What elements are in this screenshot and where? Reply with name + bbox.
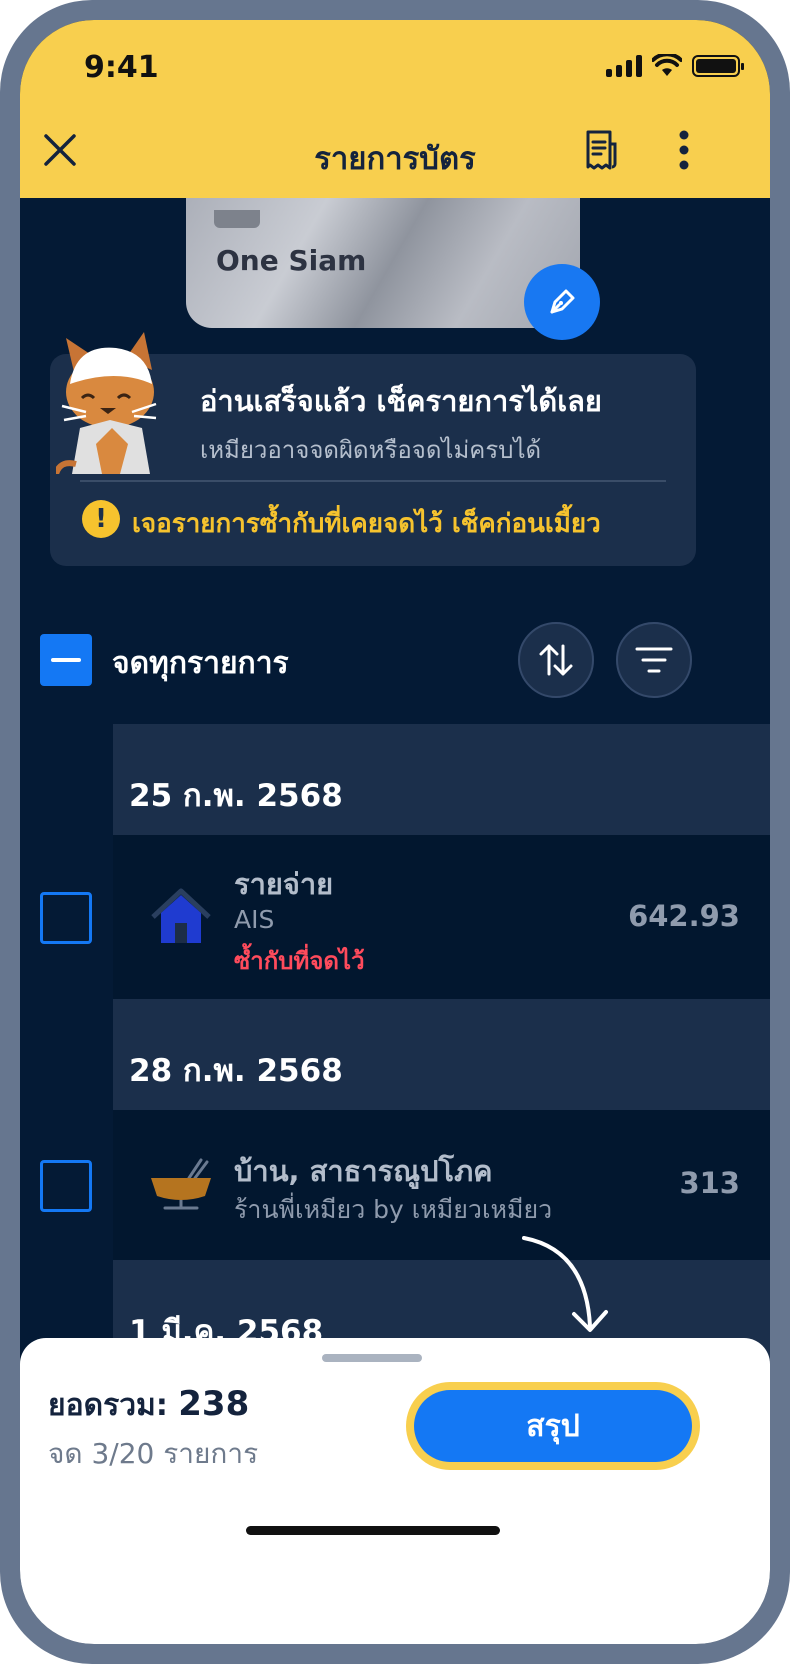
receipt-button[interactable]	[570, 120, 630, 180]
item-checkbox[interactable]	[40, 892, 92, 944]
sort-button[interactable]	[518, 622, 594, 698]
status-time: 9:41	[84, 50, 159, 85]
home-indicator	[246, 1526, 500, 1535]
recorded-count: จด 3/20 รายการ	[48, 1437, 259, 1470]
cat-mascot-icon	[56, 332, 157, 474]
filter-icon	[635, 647, 673, 673]
date-label: 28 ก.พ. 2568	[129, 1053, 343, 1089]
summary-sheet: ยอดรวม: 238 จด 3/20 รายการ สรุป	[20, 1338, 770, 1644]
arrow-down-hint-icon	[522, 1236, 608, 1332]
noodle-bowl-icon	[151, 1158, 211, 1210]
duplicate-label: ซ้ำกับที่จดไว้	[234, 947, 365, 975]
battery-icon	[692, 55, 744, 77]
item-category: บ้าน, สาธารณูปโภค	[234, 1154, 493, 1188]
transaction-row[interactable]: รายจ่าย AIS ซ้ำกับที่จดไว้ 642.93	[113, 835, 770, 999]
house-icon	[151, 888, 211, 943]
item-merchant: AIS	[234, 905, 275, 934]
item-amount: 642.93	[628, 899, 740, 933]
more-vertical-icon	[679, 130, 689, 170]
filter-button[interactable]	[616, 622, 692, 698]
card-name: One Siam	[216, 244, 367, 277]
signal-icon	[606, 55, 642, 77]
date-label: 25 ก.พ. 2568	[129, 778, 343, 814]
pen-icon	[550, 289, 575, 314]
notice-divider	[80, 480, 666, 482]
screen: 9:41 รายการบัตร One Siam อ่านเสร็จแล้ว เ…	[20, 20, 770, 1644]
duplicate-warning: เจอรายการซ้ำกับที่เคยจดไว้ เช็คก่อนเมี้ย…	[132, 509, 601, 539]
notice-title: อ่านเสร็จแล้ว เช็ครายการได้เลย	[200, 384, 602, 418]
item-amount: 313	[679, 1166, 740, 1200]
edit-card-button[interactable]	[524, 264, 600, 340]
item-checkbox[interactable]	[40, 1160, 92, 1212]
status-icons	[606, 54, 744, 78]
transaction-row[interactable]: บ้าน, สาธารณูปโภค ร้านพี่เหมียว by เหมีย…	[113, 1110, 770, 1260]
total-label: ยอดรวม:	[48, 1388, 168, 1423]
phone-frame: 9:41 รายการบัตร One Siam อ่านเสร็จแล้ว เ…	[0, 0, 790, 1664]
sort-icon	[539, 644, 573, 676]
item-category: รายจ่าย	[234, 867, 334, 901]
sheet-handle[interactable]	[322, 1354, 422, 1362]
warning-icon: !	[82, 500, 120, 538]
select-all-checkbox[interactable]	[40, 634, 92, 686]
receipt-icon	[586, 130, 617, 170]
date-header: 28 ก.พ. 2568	[113, 999, 770, 1110]
select-all-label: จดทุกรายการ	[112, 646, 289, 681]
more-button[interactable]	[654, 120, 714, 180]
wifi-icon	[652, 54, 682, 76]
notice-subtitle: เหมียวอาจจดผิดหรือจดไม่ครบได้	[200, 436, 542, 464]
date-header: 25 ก.พ. 2568	[113, 724, 770, 835]
summary-button-highlight: สรุป	[406, 1382, 700, 1470]
total-row: ยอดรวม: 238	[48, 1382, 249, 1429]
card-chip	[214, 210, 260, 228]
item-merchant: ร้านพี่เหมียว by เหมียวเหมียว	[234, 1195, 553, 1224]
summary-button[interactable]: สรุป	[414, 1390, 692, 1462]
total-value: 238	[178, 1384, 250, 1424]
top-bar: 9:41 รายการบัตร	[20, 20, 770, 198]
